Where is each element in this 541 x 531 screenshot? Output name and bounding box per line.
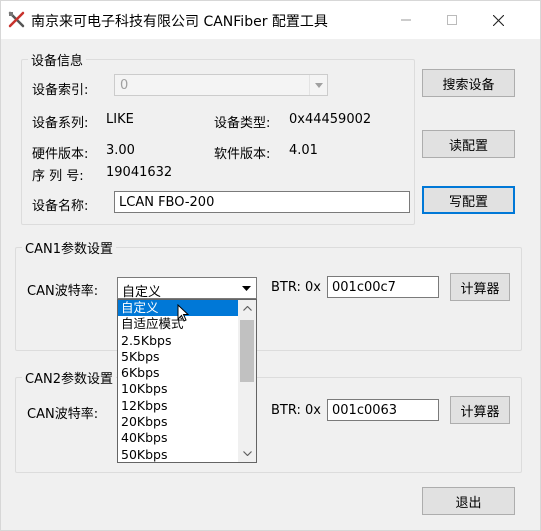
can1-baud-select[interactable]: 自定义 bbox=[117, 277, 257, 300]
maximize-icon[interactable] bbox=[429, 1, 475, 39]
app-icon bbox=[7, 10, 27, 30]
hardware-version-value: 3.00 bbox=[106, 143, 135, 158]
can2-btr-input[interactable] bbox=[327, 399, 439, 421]
dropdown-option[interactable]: 2.5Kbps bbox=[118, 333, 239, 349]
search-device-button[interactable]: 搜索设备 bbox=[422, 69, 515, 97]
dropdown-option[interactable]: 12Kbps bbox=[118, 398, 239, 414]
device-index-label: 设备索引: bbox=[32, 83, 89, 98]
title-bar: 南京来可电子科技有限公司 CANFiber 配置工具 bbox=[1, 1, 540, 39]
dropdown-option[interactable]: 10Kbps bbox=[118, 381, 239, 397]
can1-btr-label: BTR: 0x bbox=[271, 280, 321, 295]
dropdown-scrollbar[interactable] bbox=[238, 300, 256, 462]
scroll-down-icon[interactable] bbox=[238, 445, 256, 462]
exit-button[interactable]: 退出 bbox=[422, 487, 515, 515]
serial-number-value: 19041632 bbox=[106, 165, 173, 180]
close-icon[interactable] bbox=[475, 1, 521, 39]
can2-group-title: CAN2参数设置 bbox=[22, 368, 116, 387]
chevron-down-icon bbox=[309, 75, 327, 95]
dropdown-option[interactable]: 20Kbps bbox=[118, 414, 239, 430]
device-name-input[interactable] bbox=[114, 191, 410, 213]
write-config-button[interactable]: 写配置 bbox=[422, 186, 515, 214]
can1-calculator-button[interactable]: 计算器 bbox=[450, 273, 510, 301]
device-series-value: LIKE bbox=[106, 112, 134, 127]
device-info-group-title: 设备信息 bbox=[28, 50, 87, 69]
read-config-button[interactable]: 读配置 bbox=[422, 130, 515, 158]
chevron-down-icon bbox=[237, 279, 255, 297]
scrollbar-thumb[interactable] bbox=[240, 320, 254, 382]
can2-baud-label: CAN波特率: bbox=[27, 407, 99, 422]
dropdown-option[interactable]: 6Kbps bbox=[118, 365, 239, 381]
dropdown-option[interactable]: 50Kbps bbox=[118, 447, 239, 463]
serial-number-label: 序 列 号: bbox=[32, 169, 84, 184]
can1-baud-label: CAN波特率: bbox=[27, 284, 99, 299]
window-title: 南京来可电子科技有限公司 CANFiber 配置工具 bbox=[31, 14, 328, 30]
device-type-label: 设备类型: bbox=[214, 116, 271, 131]
can2-btr-label: BTR: 0x bbox=[271, 403, 321, 418]
dropdown-option[interactable]: 40Kbps bbox=[118, 430, 239, 446]
minimize-icon[interactable] bbox=[383, 1, 429, 39]
can2-calculator-button[interactable]: 计算器 bbox=[450, 396, 510, 424]
device-name-label: 设备名称: bbox=[32, 199, 89, 214]
software-version-value: 4.01 bbox=[289, 143, 318, 158]
dropdown-option[interactable]: 5Kbps bbox=[118, 349, 239, 365]
can1-group-title: CAN1参数设置 bbox=[22, 238, 116, 257]
device-type-value: 0x44459002 bbox=[289, 112, 372, 127]
device-series-label: 设备系列: bbox=[32, 116, 89, 131]
software-version-label: 软件版本: bbox=[214, 147, 271, 162]
can1-btr-input[interactable] bbox=[327, 276, 439, 298]
can2-settings-group: CAN2参数设置 bbox=[15, 368, 522, 473]
device-index-select[interactable]: 0 bbox=[114, 74, 328, 96]
scroll-up-icon[interactable] bbox=[238, 300, 256, 317]
mouse-cursor-icon bbox=[177, 303, 190, 326]
main-window: 南京来可电子科技有限公司 CANFiber 配置工具 设备信息 设备索引: 0 … bbox=[0, 0, 541, 531]
hardware-version-label: 硬件版本: bbox=[32, 147, 89, 162]
can1-settings-group: CAN1参数设置 bbox=[15, 238, 522, 351]
